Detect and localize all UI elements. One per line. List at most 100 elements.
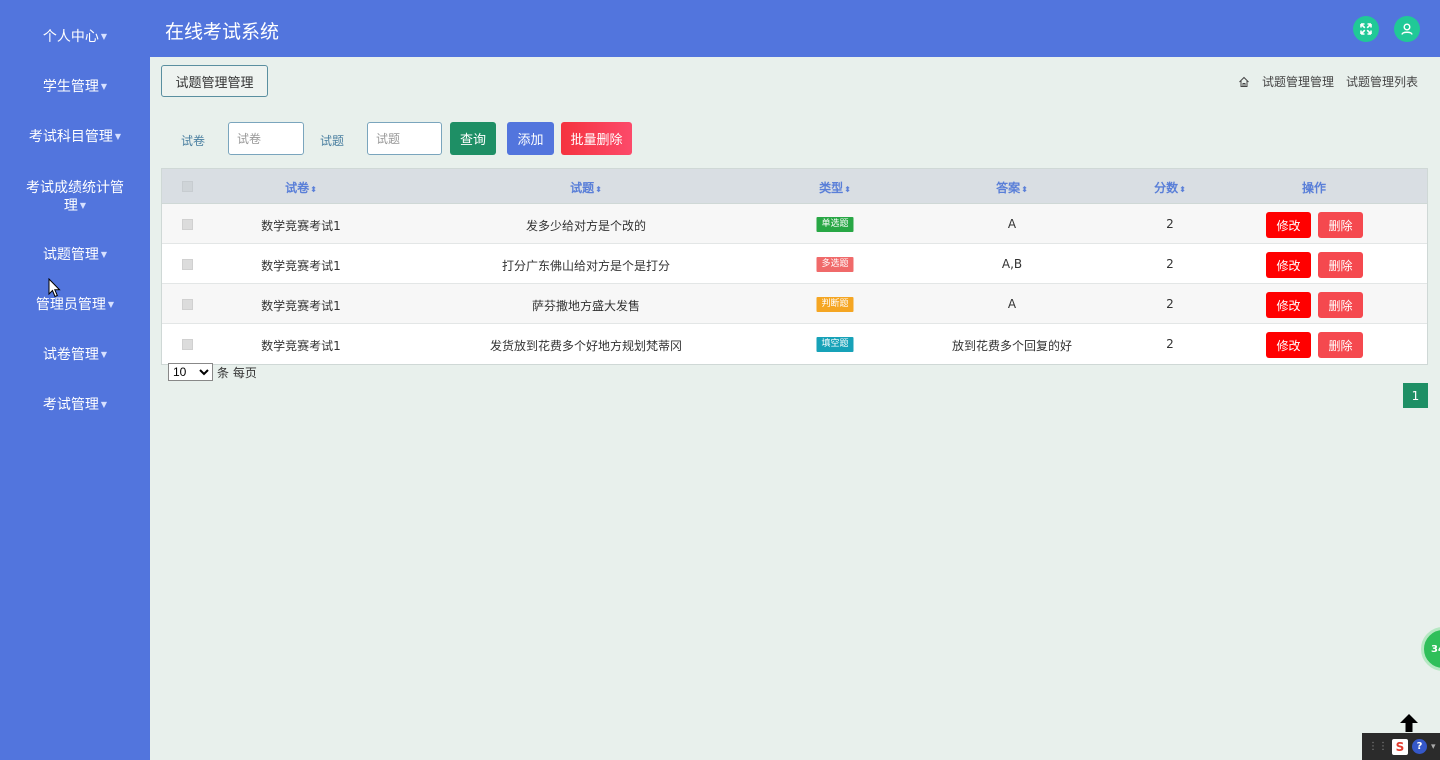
delete-button[interactable]: 删除 bbox=[1318, 332, 1363, 358]
chevron-down-icon: ▼ bbox=[107, 300, 115, 309]
sogou-ime-icon[interactable]: S bbox=[1392, 738, 1408, 755]
delete-button[interactable]: 删除 bbox=[1318, 252, 1363, 278]
page-size-control: 10 条 每页 bbox=[168, 363, 257, 381]
app-title: 在线考试系统 bbox=[165, 21, 280, 43]
cell-answer: A,B bbox=[1001, 257, 1023, 271]
add-button[interactable]: 添加 bbox=[507, 122, 554, 155]
cell-question: 发多少给对方是个改的 bbox=[525, 219, 647, 233]
cell-question: 打分广东佛山给对方是个是打分 bbox=[501, 259, 671, 273]
row-checkbox[interactable] bbox=[182, 259, 193, 270]
breadcrumb-item[interactable]: 试题管理管理 bbox=[1262, 73, 1334, 90]
arrow-up-icon bbox=[1400, 714, 1418, 732]
cell-answer: 放到花费多个回复的好 bbox=[951, 339, 1073, 353]
edit-button[interactable]: 修改 bbox=[1266, 212, 1311, 238]
cell-paper: 数学竞赛考试1 bbox=[261, 259, 341, 273]
table-row: 数学竞赛考试1 发货放到花费多个好地方规划梵蒂冈 填空题 放到花费多个回复的好 … bbox=[162, 324, 1427, 364]
paper-label: 试卷 bbox=[181, 134, 206, 148]
table-row: 数学竞赛考试1 发多少给对方是个改的 单选题 A 2 修改 删除 bbox=[162, 204, 1427, 244]
sidebar-item-subjects[interactable]: 考试科目管理 ▼ bbox=[0, 128, 150, 146]
page-size-select[interactable]: 10 bbox=[168, 363, 213, 381]
cell-answer: A bbox=[1007, 297, 1017, 311]
column-header-type[interactable]: 类型⬍ bbox=[819, 179, 851, 196]
type-badge: 判断题 bbox=[816, 297, 854, 312]
home-icon[interactable] bbox=[1238, 76, 1250, 88]
batch-delete-button[interactable]: 批量删除 bbox=[561, 122, 632, 155]
fullscreen-button[interactable] bbox=[1353, 16, 1379, 42]
sidebar-item-label: 考试科目管理 bbox=[28, 129, 113, 145]
edit-button[interactable]: 修改 bbox=[1266, 252, 1311, 278]
page-size-suffix: 条 每页 bbox=[217, 365, 257, 380]
sidebar-item-label: 学生管理 bbox=[42, 79, 99, 95]
sidebar-item-exams[interactable]: 考试管理 ▼ bbox=[0, 396, 150, 414]
sidebar-item-students[interactable]: 学生管理 ▼ bbox=[0, 78, 150, 96]
sidebar-item-admins[interactable]: 管理员管理 ▼ bbox=[0, 296, 150, 314]
grip-icon: ⋮⋮ bbox=[1368, 741, 1388, 752]
cell-answer: A bbox=[1007, 217, 1017, 231]
table-body: 数学竞赛考试1 发多少给对方是个改的 单选题 A 2 修改 删除 数学竞赛考试1… bbox=[162, 204, 1427, 364]
sort-icon: ⬍ bbox=[1021, 185, 1028, 194]
select-all-checkbox[interactable] bbox=[182, 181, 193, 192]
column-header-question[interactable]: 试题⬍ bbox=[570, 179, 602, 196]
cell-score: 2 bbox=[1166, 297, 1174, 311]
main-content: 试题管理管理 试题管理管理 试题管理列表 试卷 试题 查询 添加 批量删除 试卷… bbox=[150, 57, 1440, 760]
chevron-down-icon: ▼ bbox=[100, 350, 108, 359]
page-number-button[interactable]: 1 bbox=[1403, 383, 1428, 408]
question-label: 试题 bbox=[320, 134, 345, 148]
chevron-down-icon: ▼ bbox=[100, 82, 108, 91]
sort-icon: ⬍ bbox=[310, 185, 317, 194]
type-badge: 多选题 bbox=[816, 257, 854, 272]
row-checkbox[interactable] bbox=[182, 299, 193, 310]
sidebar-item-label: 试题管理 bbox=[42, 247, 99, 263]
question-search-input[interactable] bbox=[367, 122, 442, 155]
chevron-down-icon: ▼ bbox=[79, 201, 87, 210]
breadcrumb-item: 试题管理列表 bbox=[1345, 75, 1418, 89]
edit-button[interactable]: 修改 bbox=[1266, 292, 1311, 318]
delete-button[interactable]: 删除 bbox=[1318, 292, 1363, 318]
type-badge: 填空题 bbox=[816, 337, 854, 352]
breadcrumb: 试题管理管理 试题管理列表 bbox=[1238, 73, 1418, 90]
paper-search-input[interactable] bbox=[228, 122, 304, 155]
sidebar-item-questions[interactable]: 试题管理 ▼ bbox=[0, 246, 150, 264]
help-icon[interactable]: ? bbox=[1412, 739, 1427, 754]
edit-button[interactable]: 修改 bbox=[1266, 332, 1311, 358]
cell-score: 2 bbox=[1166, 257, 1174, 271]
table-header: 试卷⬍ 试题⬍ 类型⬍ 答案⬍ 分数⬍ 操作 bbox=[162, 169, 1427, 204]
menu-arrow-icon[interactable]: ▾ bbox=[1431, 742, 1436, 752]
expand-icon bbox=[1360, 23, 1372, 35]
top-header: 在线考试系统 bbox=[150, 0, 1440, 57]
questions-table: 试卷⬍ 试题⬍ 类型⬍ 答案⬍ 分数⬍ 操作 数学竞赛考试1 发多少给对方是个改… bbox=[161, 168, 1428, 365]
cell-question: 萨芬撒地方盛大发售 bbox=[531, 299, 641, 313]
sidebar-item-profile[interactable]: 个人中心 ▼ bbox=[0, 28, 150, 46]
sidebar-item-label: 管理员管理 bbox=[35, 297, 106, 313]
chevron-down-icon: ▼ bbox=[100, 400, 108, 409]
sidebar-item-label: 个人中心 bbox=[42, 29, 99, 45]
sidebar-item-score-stats[interactable]: 考试成绩统计管理 ▼ bbox=[0, 179, 150, 215]
column-header-answer[interactable]: 答案⬍ bbox=[996, 179, 1028, 196]
row-checkbox[interactable] bbox=[182, 339, 193, 350]
column-header-paper[interactable]: 试卷⬍ bbox=[285, 179, 317, 196]
chevron-down-icon: ▼ bbox=[100, 250, 108, 259]
column-header-actions: 操作 bbox=[1301, 181, 1327, 195]
cell-paper: 数学竞赛考试1 bbox=[261, 219, 341, 233]
user-icon bbox=[1401, 23, 1413, 35]
row-checkbox[interactable] bbox=[182, 219, 193, 230]
delete-button[interactable]: 删除 bbox=[1318, 212, 1363, 238]
cell-score: 2 bbox=[1166, 337, 1174, 351]
table-row: 数学竞赛考试1 打分广东佛山给对方是个是打分 多选题 A,B 2 修改 删除 bbox=[162, 244, 1427, 284]
sidebar-item-papers[interactable]: 试卷管理 ▼ bbox=[0, 346, 150, 364]
page-tab[interactable]: 试题管理管理 bbox=[161, 65, 268, 97]
sort-icon: ⬍ bbox=[844, 185, 851, 194]
table-row: 数学竞赛考试1 萨芬撒地方盛大发售 判断题 A 2 修改 删除 bbox=[162, 284, 1427, 324]
sidebar-item-label: 试卷管理 bbox=[42, 347, 99, 363]
column-header-score[interactable]: 分数⬍ bbox=[1154, 179, 1186, 196]
chevron-down-icon: ▼ bbox=[114, 132, 122, 141]
user-button[interactable] bbox=[1394, 16, 1420, 42]
type-badge: 单选题 bbox=[816, 217, 854, 232]
ime-toolbar[interactable]: ⋮⋮ S ? ▾ bbox=[1362, 733, 1440, 760]
sort-icon: ⬍ bbox=[1179, 185, 1186, 194]
query-button[interactable]: 查询 bbox=[450, 122, 496, 155]
sort-icon: ⬍ bbox=[595, 185, 602, 194]
chevron-down-icon: ▼ bbox=[100, 32, 108, 41]
sidebar-item-label: 考试管理 bbox=[42, 397, 99, 413]
cell-paper: 数学竞赛考试1 bbox=[261, 339, 341, 353]
